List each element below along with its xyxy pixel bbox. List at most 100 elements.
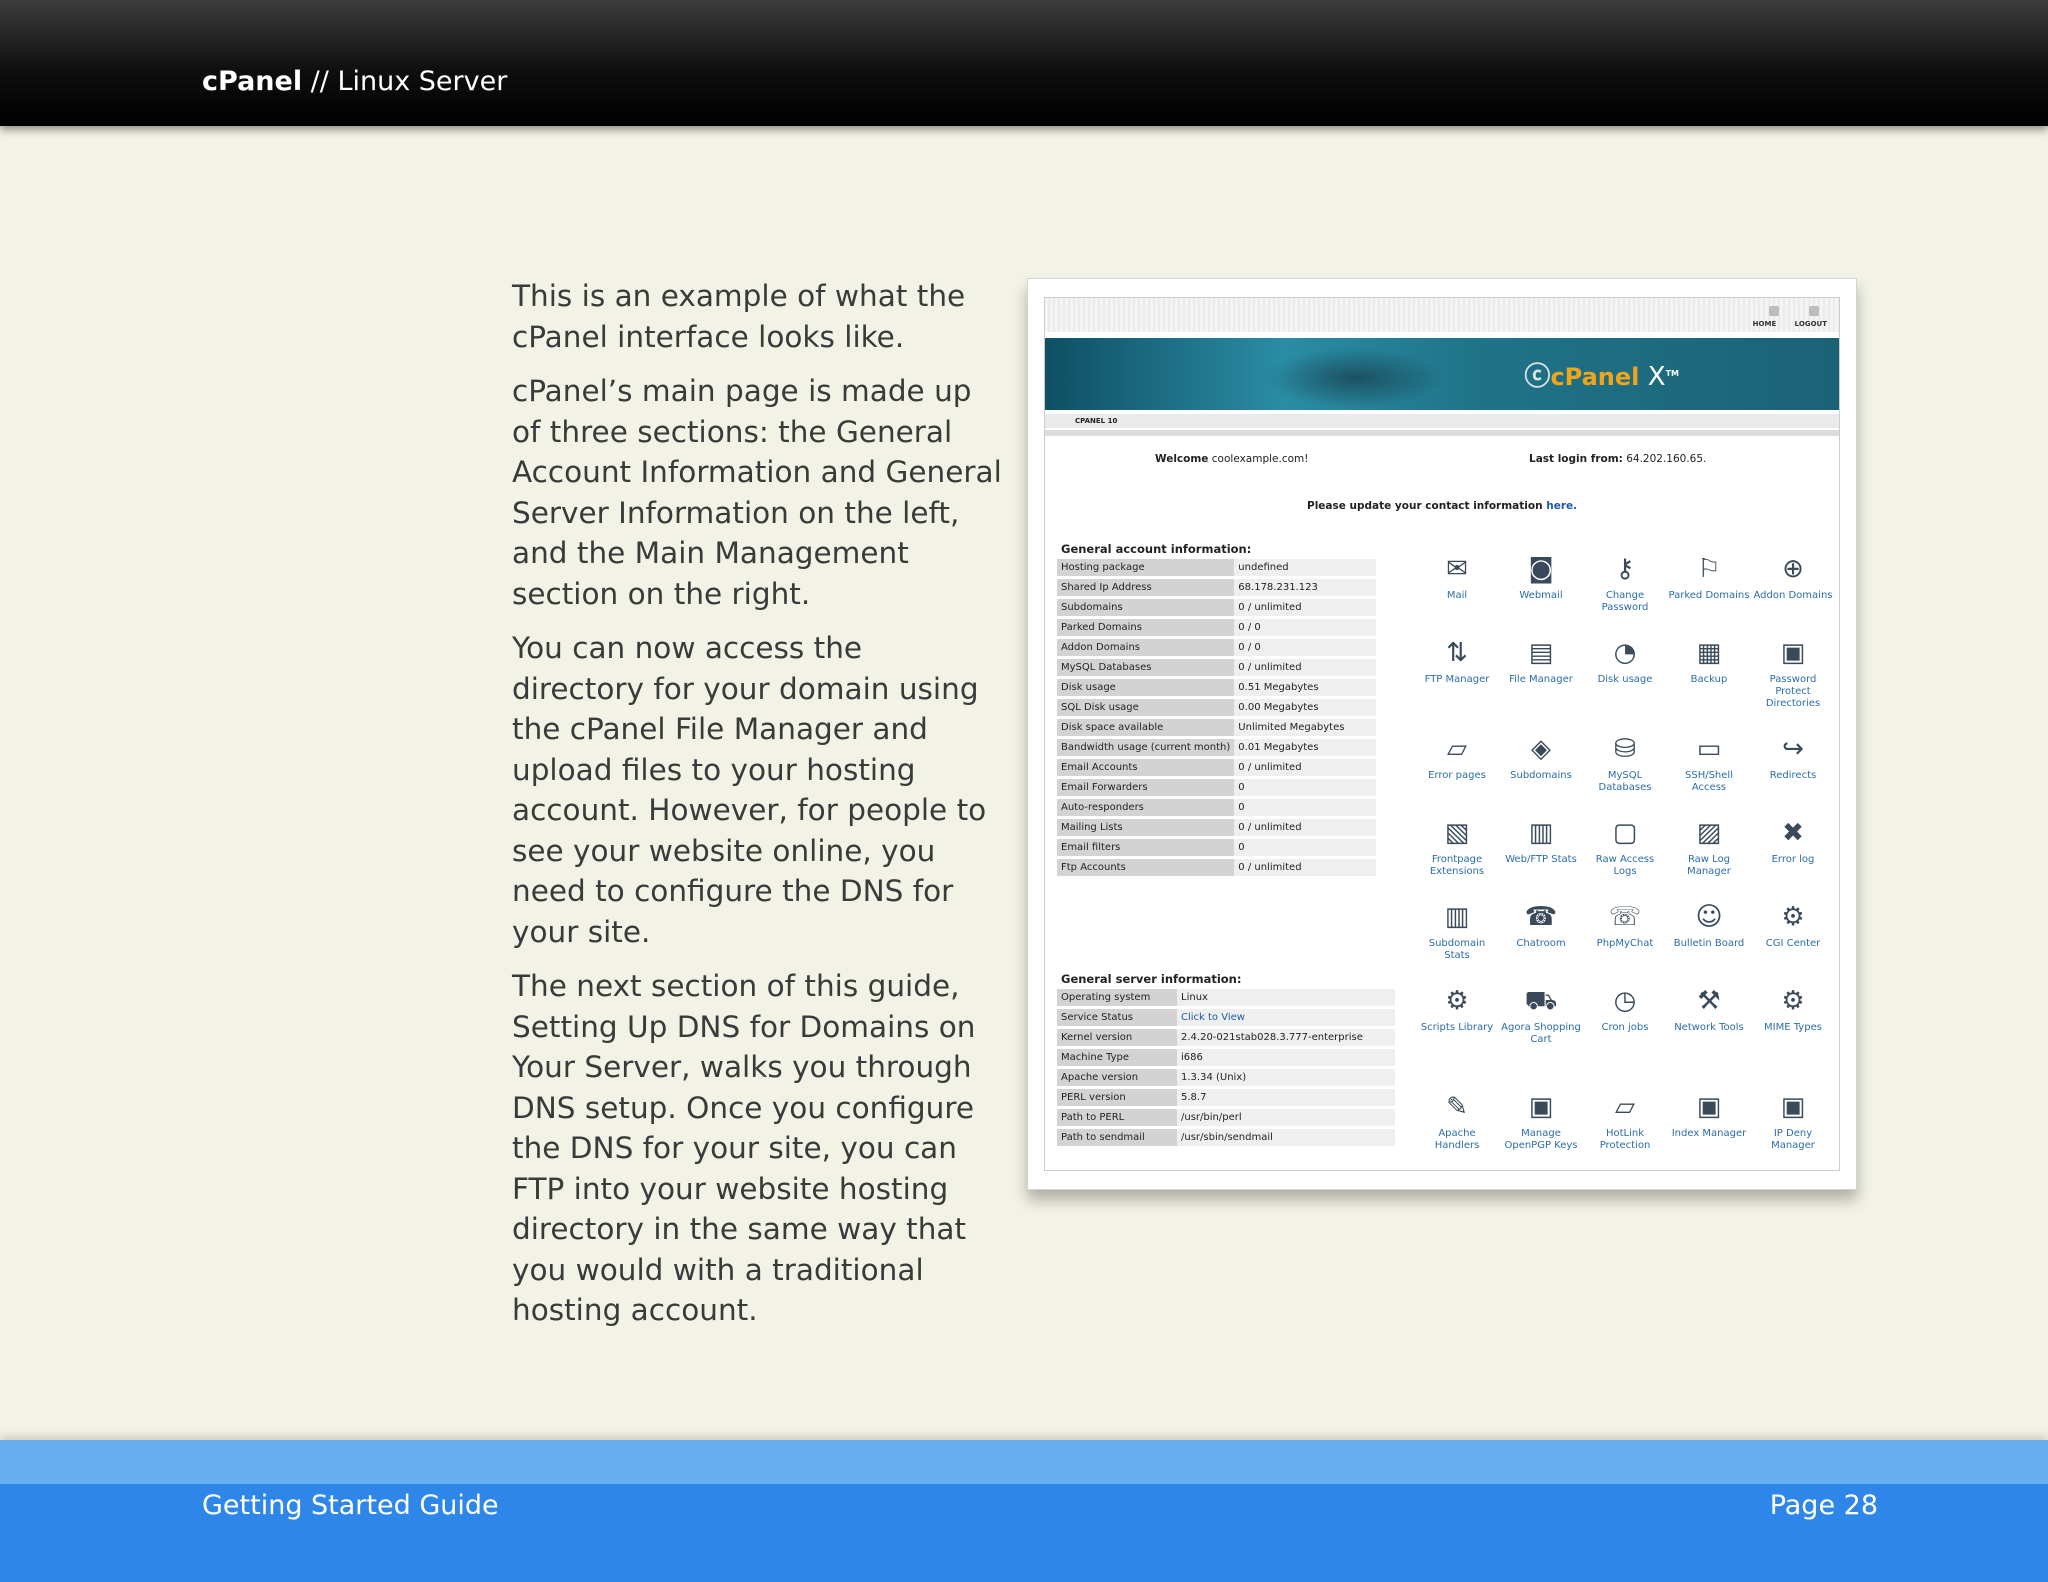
logout-icon[interactable] (1808, 306, 1819, 316)
update-contact-link[interactable]: here. (1546, 500, 1577, 512)
footer-page-number: Page 28 (1769, 1490, 1878, 1521)
icon-mysql[interactable]: ⛁ MySQL Databases (1583, 732, 1667, 794)
openpgp-keys-icon: ▣ (1528, 1092, 1554, 1122)
icon-file-manager[interactable]: ▤ File Manager (1499, 636, 1583, 686)
icon-change-password[interactable]: ⚷ Change Password (1583, 552, 1667, 614)
icon-backup[interactable]: ▦ Backup (1667, 636, 1751, 686)
icon-phpmychat[interactable]: ☏ PhpMyChat (1583, 900, 1667, 950)
disk-usage-icon: ◔ (1613, 638, 1637, 668)
icon-mime-types[interactable]: ⚙ MIME Types (1751, 984, 1835, 1034)
welcome-text: Welcome coolexample.com! (1155, 453, 1309, 465)
row-label: Disk usage (1057, 679, 1235, 696)
row-label: Bandwidth usage (current month) (1057, 739, 1235, 756)
row-value[interactable]: Click to View (1177, 1009, 1395, 1026)
icon-frontpage[interactable]: ▧ Frontpage Extensions (1415, 816, 1499, 878)
row-value: 5.8.7 (1177, 1089, 1395, 1106)
icon-ftp-manager[interactable]: ⇅ FTP Manager (1415, 636, 1499, 686)
table-row: Parked Domains 0 / 0 (1057, 619, 1377, 636)
icon-disk-usage[interactable]: ◔ Disk usage (1583, 636, 1667, 686)
row-value: 68.178.231.123 (1234, 579, 1377, 596)
icon-error-pages[interactable]: ▱ Error pages (1415, 732, 1499, 782)
row-value: 0 / unlimited (1234, 859, 1377, 876)
row-label: PERL version (1057, 1089, 1177, 1106)
logo-x: X (1647, 362, 1666, 392)
bulletin-board-icon: ☺ (1695, 902, 1723, 932)
icon-mail[interactable]: ✉ Mail (1415, 552, 1499, 602)
paragraph: You can now access the directory for you… (512, 631, 987, 949)
icon-network-tools[interactable]: ⚒ Network Tools (1667, 984, 1751, 1034)
addon-domains-icon: ⊕ (1782, 554, 1804, 584)
icon-webmail[interactable]: ◙ Webmail (1499, 552, 1583, 602)
icon-label: Apache Handlers (1434, 1128, 1480, 1151)
icon-apache-handlers[interactable]: ✎ Apache Handlers (1415, 1090, 1499, 1152)
cpanel-logo: ⓒcPanel XTM (1524, 362, 1679, 392)
icon-ip-deny-manager[interactable]: ▣ IP Deny Manager (1751, 1090, 1835, 1152)
row-label: Hosting package (1057, 559, 1235, 576)
icon-raw-log-manager[interactable]: ▨ Raw Log Manager (1667, 816, 1751, 878)
ssh-shell-icon: ▭ (1696, 734, 1722, 764)
icon-password-protect[interactable]: ▣ Password Protect Directories (1751, 636, 1835, 710)
icon-raw-access-logs[interactable]: ▢ Raw Access Logs (1583, 816, 1667, 878)
home-icon[interactable] (1768, 306, 1779, 316)
table-row: Mailing Lists 0 / unlimited (1057, 819, 1377, 836)
parked-domains-icon: ⚐ (1697, 554, 1721, 584)
icon-addon-domains[interactable]: ⊕ Addon Domains (1751, 552, 1835, 602)
icon-index-manager[interactable]: ▣ Index Manager (1667, 1090, 1751, 1140)
icon-label: Disk usage (1597, 674, 1653, 685)
icon-chatroom[interactable]: ☎ Chatroom (1499, 900, 1583, 950)
row-value: 0 / 0 (1234, 619, 1377, 636)
icon-ssh-shell[interactable]: ▭ SSH/Shell Access (1667, 732, 1751, 794)
home-link[interactable]: HOME (1753, 320, 1777, 328)
icon-label: HotLink Protection (1599, 1128, 1651, 1151)
icon-label: Parked Domains (1668, 590, 1750, 601)
icon-subdomain-stats[interactable]: ▥ Subdomain Stats (1415, 900, 1499, 962)
logo-text: cPanel (1550, 363, 1640, 391)
icon-label: Agora Shopping Cart (1501, 1022, 1581, 1045)
row-value: 0 / unlimited (1234, 759, 1377, 776)
account-info-title: General account information: (1061, 542, 1252, 556)
change-password-icon: ⚷ (1615, 554, 1635, 584)
row-value: 0 (1234, 779, 1377, 796)
icon-label: Error log (1771, 854, 1815, 865)
table-row: Email filters 0 (1057, 839, 1377, 856)
icon-cron-jobs[interactable]: ◷ Cron jobs (1583, 984, 1667, 1034)
row-label: Path to sendmail (1057, 1129, 1177, 1146)
cpanel-screenshot-frame: HOME LOGOUT ⓒcPanel XTM CPANEL 10 Welcom… (1027, 278, 1857, 1190)
icon-web-ftp-stats[interactable]: ▥ Web/FTP Stats (1499, 816, 1583, 866)
icon-scripts-library[interactable]: ⚙ Scripts Library (1415, 984, 1499, 1034)
icon-shopping-cart[interactable]: ⛟ Agora Shopping Cart (1499, 984, 1583, 1046)
error-pages-icon: ▱ (1447, 734, 1467, 764)
icon-parked-domains[interactable]: ⚐ Parked Domains (1667, 552, 1751, 602)
cgi-center-icon: ⚙ (1781, 902, 1805, 932)
scripts-library-icon: ⚙ (1445, 986, 1469, 1016)
icon-label: FTP Manager (1424, 674, 1490, 685)
row-value: 0.01 Megabytes (1234, 739, 1377, 756)
table-row: SQL Disk usage 0.00 Megabytes (1057, 699, 1377, 716)
icon-hotlink-protection[interactable]: ▱ HotLink Protection (1583, 1090, 1667, 1152)
icon-error-log[interactable]: ✖ Error log (1751, 816, 1835, 866)
paragraph: cPanel’s main page is made up of three s… (512, 374, 1002, 611)
row-label: Service Status (1057, 1009, 1177, 1026)
icon-openpgp-keys[interactable]: ▣ Manage OpenPGP Keys (1499, 1090, 1583, 1152)
table-row: Email Forwarders 0 (1057, 779, 1377, 796)
icon-cgi-center[interactable]: ⚙ CGI Center (1751, 900, 1835, 950)
cpanel-banner (1045, 338, 1839, 410)
logout-link[interactable]: LOGOUT (1795, 320, 1827, 328)
icon-subdomains[interactable]: ◈ Subdomains (1499, 732, 1583, 782)
table-row: Bandwidth usage (current month) 0.01 Mega… (1057, 739, 1377, 756)
icon-label: PhpMyChat (1596, 938, 1654, 949)
row-label: Ftp Accounts (1057, 859, 1235, 876)
table-row: Addon Domains 0 / 0 (1057, 639, 1377, 656)
row-label: Email Accounts (1057, 759, 1235, 776)
table-row: Machine Type i686 (1057, 1049, 1395, 1066)
logo-tm: TM (1665, 369, 1679, 378)
icon-bulletin-board[interactable]: ☺ Bulletin Board (1667, 900, 1751, 950)
webmail-icon: ◙ (1528, 554, 1554, 584)
icon-label: Mail (1446, 590, 1468, 601)
icon-redirects[interactable]: ↪ Redirects (1751, 732, 1835, 782)
table-row: Apache version 1.3.34 (Unix) (1057, 1069, 1395, 1086)
table-row: MySQL Databases 0 / unlimited (1057, 659, 1377, 676)
icon-label: Frontpage Extensions (1429, 854, 1485, 877)
apache-handlers-icon: ✎ (1446, 1092, 1468, 1122)
error-log-icon: ✖ (1782, 818, 1804, 848)
